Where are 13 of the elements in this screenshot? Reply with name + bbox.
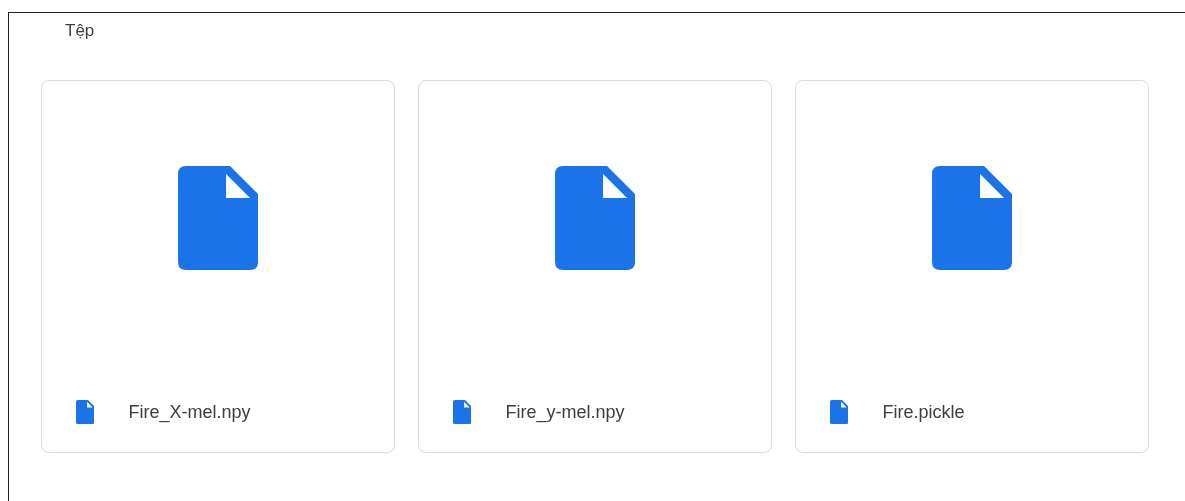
file-icon (453, 400, 472, 424)
section-title: Tệp (65, 20, 95, 42)
file-icon (931, 165, 1013, 270)
file-icon (830, 400, 849, 424)
file-card[interactable]: Fire.pickle (795, 80, 1149, 453)
file-card[interactable]: Fire_y-mel.npy (418, 80, 772, 453)
file-name: Fire_X-mel.npy (128, 401, 251, 423)
file-icon (177, 165, 259, 270)
file-icon (554, 165, 636, 270)
file-name: Fire.pickle (882, 401, 965, 423)
file-name: Fire_y-mel.npy (505, 401, 625, 423)
file-card[interactable]: Fire_X-mel.npy (41, 80, 395, 453)
file-icon (76, 400, 95, 424)
